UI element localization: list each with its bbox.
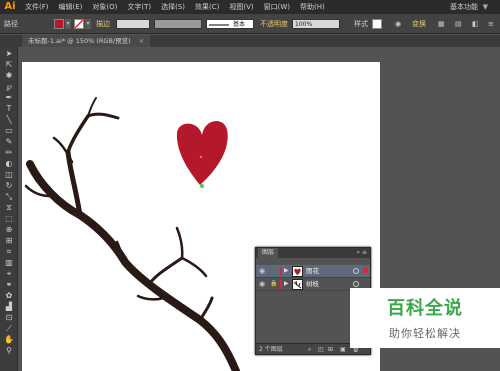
center-point-marker [199,155,203,159]
layers-panel-header: 图层 » ≡ [256,248,370,258]
layer-name[interactable]: 图花 [306,265,319,278]
lock-toggle[interactable] [270,267,278,275]
selection-indicator [363,268,368,273]
layer-thumbnail [292,266,303,277]
expand-arrow-icon[interactable]: ▶ [284,267,290,275]
anchor-point-marker[interactable] [200,184,204,188]
layer-name[interactable]: 树枝 [306,278,319,291]
watermark-subtitle: 助你轻松解决 [389,327,461,340]
target-circle-icon[interactable] [353,281,359,287]
visibility-eye-icon[interactable]: ◉ [258,267,266,275]
clipping-mask-icon[interactable]: ◰ [318,344,324,355]
layers-tab[interactable]: 图层 [258,248,279,258]
heart-shape[interactable] [176,121,228,185]
layer-color-strip [280,267,282,276]
lock-icon[interactable]: 🔒 [270,280,278,288]
new-layer-icon[interactable]: ▣ [340,344,346,355]
layer-thumbnail [292,279,303,290]
target-circle-icon[interactable] [353,268,359,274]
branch-thumbnail-icon [293,280,302,289]
watermark: 百科全说 助你轻松解决 [350,288,500,348]
layer-count: 2 个图层 [259,346,283,353]
new-sublayer-icon[interactable]: ⊞ [328,344,333,355]
layer-color-strip [280,280,282,289]
expand-arrow-icon[interactable]: ▶ [284,280,290,288]
locate-object-icon[interactable]: ⌕ [308,344,311,355]
watermark-title: 百科全说 [387,298,463,319]
visibility-eye-icon[interactable]: ◉ [258,280,266,288]
layer-row[interactable]: ◉ ▶ 图花 [256,265,370,278]
panel-menu-icon[interactable]: » ≡ [356,248,367,258]
heart-thumbnail-icon [294,268,301,275]
